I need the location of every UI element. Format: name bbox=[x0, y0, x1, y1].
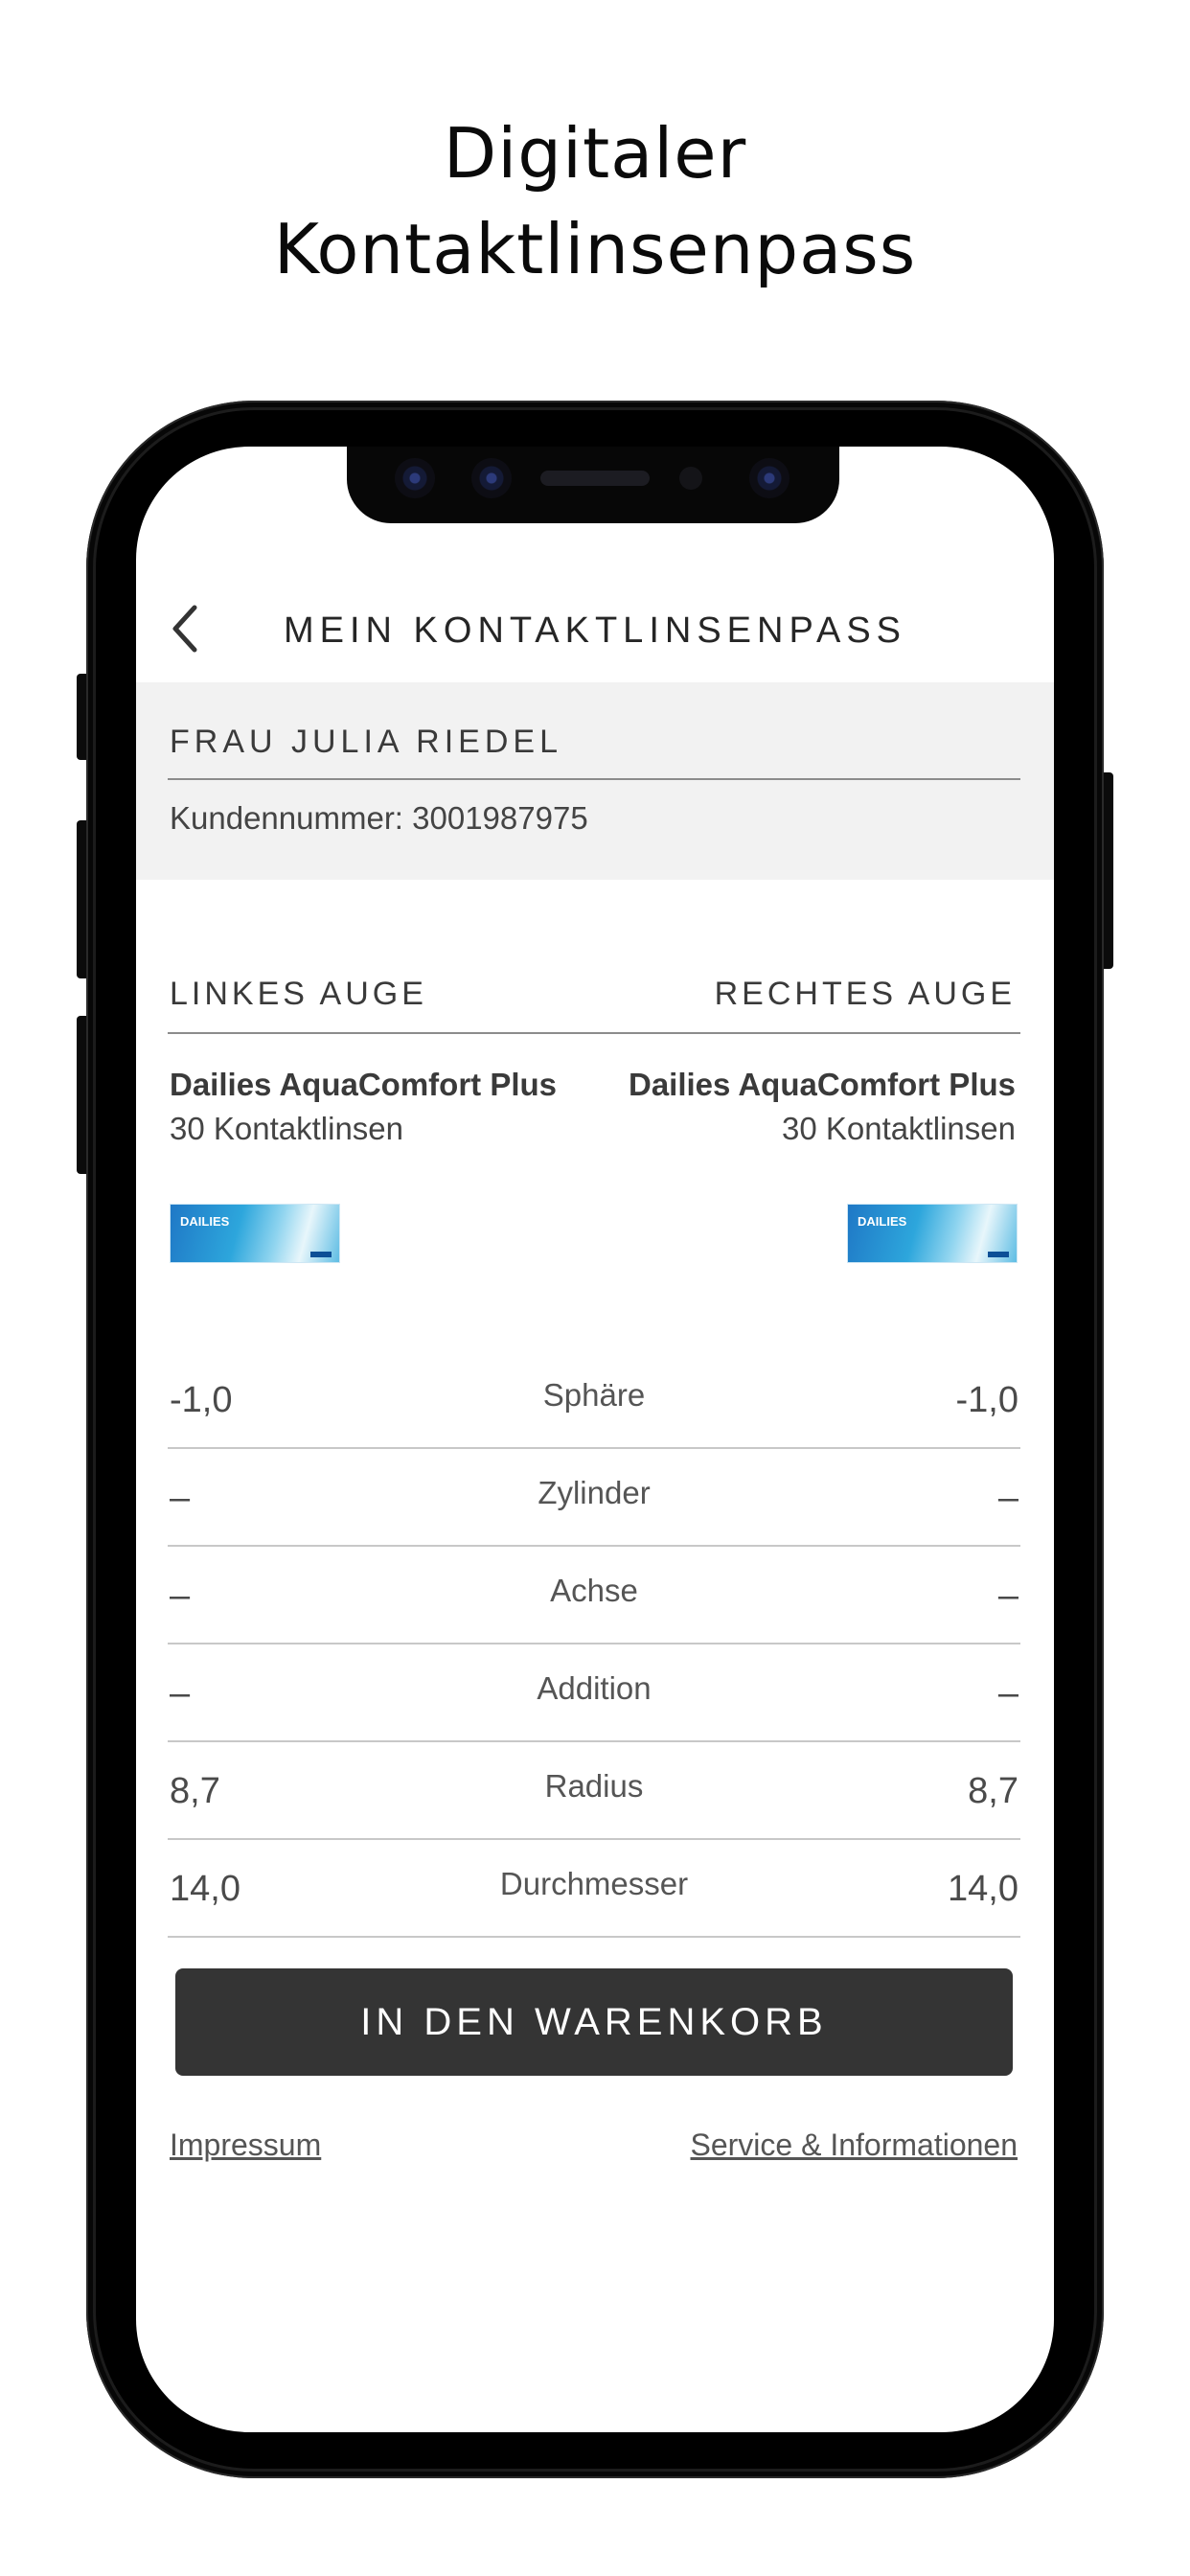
right-value: 14,0 bbox=[948, 1869, 1018, 1909]
parameter-label: Durchmesser bbox=[499, 1866, 689, 1901]
parameter-row-addition: – Addition – bbox=[168, 1644, 1020, 1742]
right-value: 8,7 bbox=[968, 1771, 1018, 1811]
parameter-row-radius: 8,7 Radius 8,7 bbox=[168, 1742, 1020, 1840]
promo-title-line-1: Digitaler bbox=[443, 113, 747, 194]
left-product-image: DAILIES bbox=[170, 1204, 340, 1263]
customer-panel bbox=[136, 682, 1054, 880]
parameter-row-sphere: -1,0 Sphäre -1,0 bbox=[168, 1351, 1020, 1449]
parameter-label: Achse bbox=[550, 1573, 638, 1608]
parameter-label: Radius bbox=[544, 1768, 644, 1804]
right-eye-heading: RECHTES AUGE bbox=[714, 976, 1016, 1012]
left-product-quantity: 30 Kontaktlinsen bbox=[170, 1111, 404, 1146]
right-value: – bbox=[997, 1478, 1018, 1518]
speaker-grille bbox=[540, 471, 650, 486]
camera-icon bbox=[471, 458, 512, 498]
page-title: MEIN KONTAKTLINSENPASS bbox=[283, 610, 907, 651]
customer-name: FRAU JULIA RIEDEL bbox=[170, 724, 562, 760]
divider bbox=[168, 1032, 1020, 1034]
right-value: – bbox=[997, 1673, 1018, 1714]
parameter-label: Sphäre bbox=[542, 1377, 646, 1413]
package-brand-label: DAILIES bbox=[858, 1214, 907, 1229]
camera-icon bbox=[395, 458, 435, 498]
right-value: – bbox=[997, 1576, 1018, 1616]
package-brand-label: DAILIES bbox=[180, 1214, 230, 1229]
right-product-image: DAILIES bbox=[847, 1204, 1018, 1263]
left-product-name: Dailies AquaComfort Plus bbox=[170, 1067, 558, 1102]
promo-title: Digitaler Kontaktlinsenpass bbox=[0, 105, 1190, 297]
right-product-name: Dailies AquaComfort Plus bbox=[628, 1067, 1016, 1102]
proximity-sensor bbox=[679, 467, 702, 490]
promo-title-line-2: Kontaktlinsenpass bbox=[273, 209, 917, 289]
parameter-row-axis: – Achse – bbox=[168, 1547, 1020, 1644]
divider bbox=[168, 1936, 1020, 1938]
divider bbox=[168, 778, 1020, 780]
parameter-label: Addition bbox=[537, 1670, 652, 1706]
imprint-link[interactable]: Impressum bbox=[170, 2124, 321, 2166]
right-product-quantity: 30 Kontaktlinsen bbox=[781, 1111, 1016, 1146]
right-value: -1,0 bbox=[955, 1380, 1018, 1420]
parameter-row-cylinder: – Zylinder – bbox=[168, 1449, 1020, 1547]
parameter-label: Zylinder bbox=[538, 1475, 651, 1510]
parameter-row-diameter: 14,0 Durchmesser 14,0 bbox=[168, 1840, 1020, 1938]
customer-number: Kundennummer: 3001987975 bbox=[170, 800, 588, 836]
service-info-link[interactable]: Service & Informationen bbox=[691, 2124, 1018, 2166]
add-to-cart-button[interactable]: IN DEN WARENKORB bbox=[175, 1968, 1013, 2076]
camera-icon bbox=[749, 458, 790, 498]
left-eye-heading: LINKES AUGE bbox=[170, 976, 427, 1012]
